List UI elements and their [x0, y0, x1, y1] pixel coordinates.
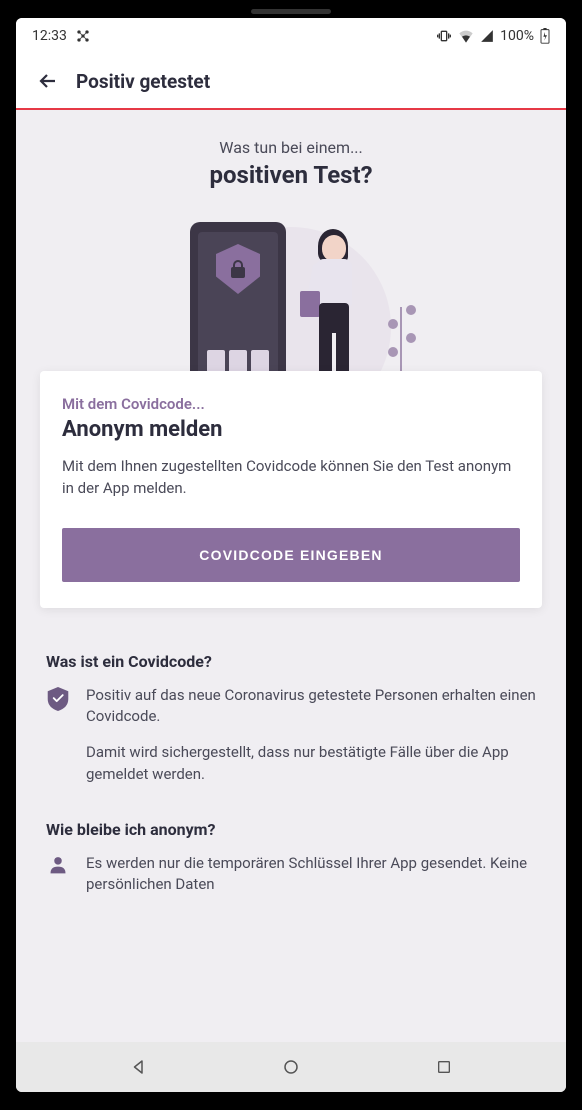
card-title: Anonym melden	[62, 417, 520, 442]
illustration-person	[304, 229, 374, 377]
covidcode-card: Mit dem Covidcode... Anonym melden Mit d…	[40, 371, 542, 608]
battery-text: 100%	[500, 28, 534, 44]
triangle-back-icon	[130, 1058, 148, 1076]
info-section-what-is: Was ist ein Covidcode? Positiv auf das n…	[16, 608, 566, 786]
shield-lock-icon	[216, 244, 260, 294]
info-text: Positiv auf das neue Coronavirus geteste…	[86, 685, 536, 786]
app-bar: Positiv getestet	[16, 54, 566, 110]
nav-recent-button[interactable]	[414, 1047, 474, 1087]
sharing-icon	[75, 28, 91, 44]
square-recent-icon	[436, 1059, 452, 1075]
info-row: Positiv auf das neue Coronavirus geteste…	[46, 685, 536, 786]
enter-covidcode-button[interactable]: COVIDCODE EINGEBEN	[62, 528, 520, 582]
person-icon	[46, 853, 70, 897]
info-title: Wie bleibe ich anonym?	[46, 820, 536, 839]
nav-back-button[interactable]	[109, 1047, 169, 1087]
page-title: Positiv getestet	[76, 70, 210, 93]
illustration-plant	[386, 297, 416, 377]
vibrate-icon	[436, 28, 452, 44]
hero: Was tun bei einem... positiven Test?	[16, 110, 566, 377]
nav-home-button[interactable]	[261, 1047, 321, 1087]
circle-home-icon	[282, 1058, 300, 1076]
card-text: Mit dem Ihnen zugestellten Covidcode kön…	[62, 456, 520, 500]
illustration-phone	[190, 222, 286, 377]
info-title: Was ist ein Covidcode?	[46, 652, 536, 671]
hero-subtitle: Was tun bei einem...	[40, 138, 542, 157]
back-button[interactable]	[28, 61, 68, 101]
system-nav-bar	[16, 1042, 566, 1092]
info-row: Es werden nur die temporären Schlüssel I…	[46, 853, 536, 897]
wifi-icon	[458, 29, 474, 43]
status-left: 12:33	[32, 28, 91, 44]
device-frame: 12:33 100%	[0, 0, 582, 1110]
status-bar: 12:33 100%	[16, 18, 566, 54]
battery-charging-icon	[540, 28, 550, 44]
shield-check-icon	[46, 685, 70, 786]
arrow-left-icon	[36, 69, 60, 93]
content-scroll[interactable]: Was tun bei einem... positiven Test?	[16, 110, 566, 1042]
status-right: 100%	[436, 28, 550, 44]
screen: 12:33 100%	[16, 18, 566, 1092]
hero-title: positiven Test?	[40, 161, 542, 189]
card-subtitle: Mit dem Covidcode...	[62, 395, 520, 413]
status-time: 12:33	[32, 28, 67, 44]
info-text: Es werden nur die temporären Schlüssel I…	[86, 853, 536, 897]
info-section-anonymous: Wie bleibe ich anonym? Es werden nur die…	[16, 800, 566, 897]
signal-icon	[480, 29, 494, 43]
device-speaker	[251, 9, 331, 14]
illustration	[40, 207, 542, 377]
